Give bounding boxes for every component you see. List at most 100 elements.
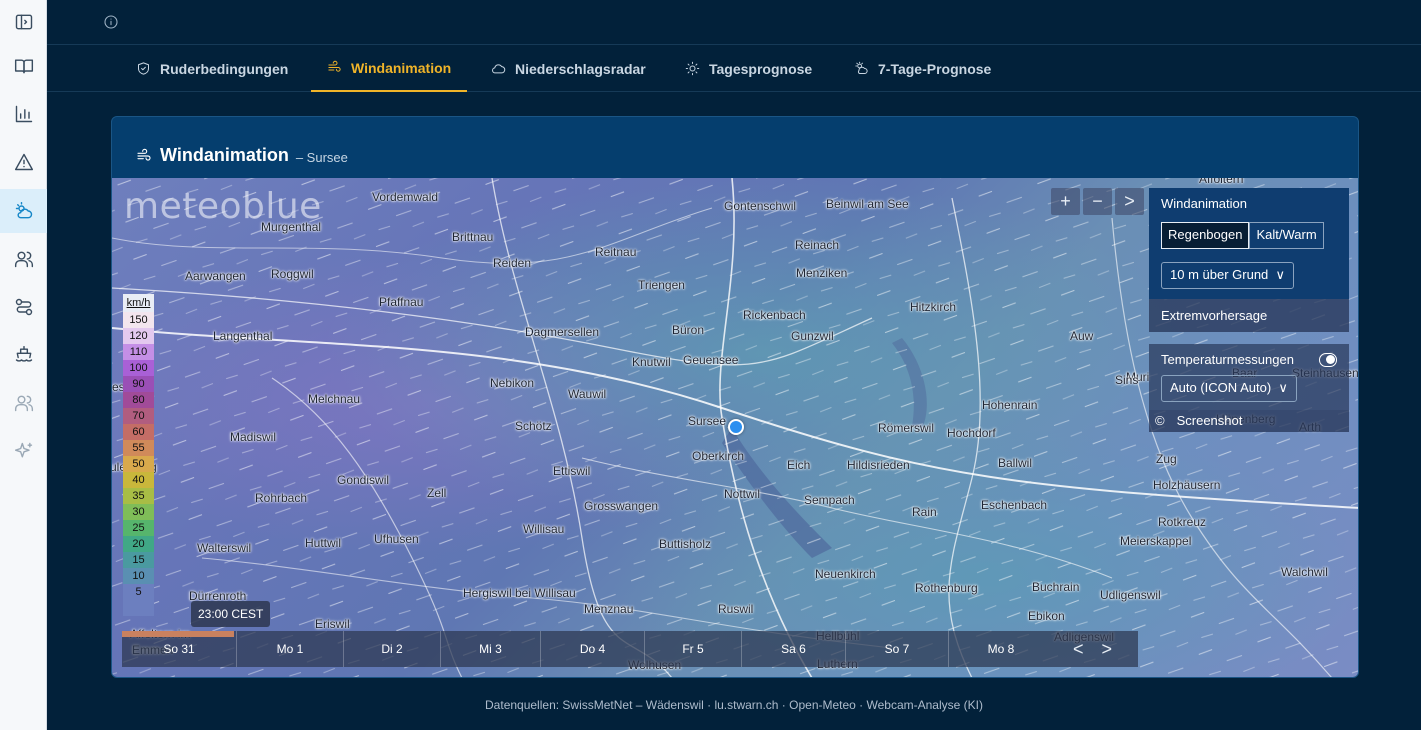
mode-rainbow-button[interactable]: Regenbogen bbox=[1161, 222, 1250, 249]
town-label: Udligenswil bbox=[1100, 588, 1161, 602]
legend-step: 90 bbox=[123, 376, 154, 392]
map-next-button[interactable]: > bbox=[1115, 188, 1144, 215]
extreme-forecast-button[interactable]: Extremvorhersage bbox=[1149, 299, 1349, 332]
sidebar-item-weather[interactable] bbox=[0, 189, 47, 233]
town-label: Willisau bbox=[523, 522, 565, 536]
tab-label: Windanimation bbox=[351, 59, 452, 76]
mode-cold-warm-button[interactable]: Kalt/Warm bbox=[1249, 222, 1324, 249]
tab-ruderbedingungen[interactable]: Ruderbedingungen bbox=[136, 45, 288, 92]
town-label: Rothenburg bbox=[915, 581, 978, 595]
screenshot-button[interactable]: Screenshot bbox=[1177, 413, 1243, 428]
town-label: Ruswil bbox=[718, 602, 754, 616]
town-label: Roggwil bbox=[271, 267, 314, 281]
time-label: 23:00 CEST bbox=[191, 601, 271, 627]
town-label: Sempach bbox=[804, 493, 855, 507]
sidebar-item-boats[interactable] bbox=[0, 333, 47, 377]
sidebar-item-docs[interactable] bbox=[0, 44, 47, 88]
timeline-day[interactable]: Do 4 bbox=[540, 631, 644, 667]
top-bar bbox=[47, 0, 1421, 45]
timeline-day[interactable]: Mi 3 bbox=[440, 631, 540, 667]
town-label: Sursee bbox=[688, 414, 727, 428]
info-icon[interactable] bbox=[103, 14, 119, 30]
copyright-icon[interactable]: © bbox=[1155, 413, 1165, 428]
town-label: Eschenbach bbox=[981, 498, 1048, 512]
route-icon bbox=[15, 298, 32, 316]
timeline-day[interactable]: Mo 8 bbox=[948, 631, 1053, 667]
timeline-prev-button[interactable]: < bbox=[1073, 639, 1084, 660]
town-label: Gunzwil bbox=[791, 329, 834, 343]
wind-icon bbox=[137, 148, 151, 161]
legend-step: 15 bbox=[123, 552, 154, 568]
temperature-section: Temperaturmessungen Auto (ICON Auto) ∨ bbox=[1149, 344, 1349, 410]
boat-icon bbox=[15, 345, 32, 362]
town-label: Buttisholz bbox=[659, 537, 712, 551]
town-label: Walterswil bbox=[197, 541, 252, 555]
town-label: Gontenschwil bbox=[724, 199, 797, 213]
sidebar-item-ai[interactable] bbox=[0, 429, 47, 473]
town-label: Grosswangen bbox=[584, 499, 659, 513]
card-subtitle: – Sursee bbox=[295, 149, 348, 165]
zoom-out-button[interactable]: − bbox=[1083, 188, 1112, 215]
temperature-toggle[interactable] bbox=[1319, 352, 1337, 367]
tab-niederschlagsradar[interactable]: Niederschlagsradar bbox=[491, 45, 646, 92]
town-label: Menznau bbox=[584, 602, 634, 616]
sidebar-item-stats[interactable] bbox=[0, 92, 47, 136]
timeline[interactable]: So 31 Mo 1 Di 2 Mi 3 Do 4 Fr 5 Sa 6 So 7 Mo 8 < … bbox=[122, 631, 1138, 667]
timeline-next-button[interactable]: > bbox=[1102, 639, 1113, 660]
wind-animation-card: Windanimation – Sursee meteoblue Vordemw… bbox=[111, 116, 1359, 678]
town-label: Hohenrain bbox=[982, 398, 1038, 412]
town-label: Rickenbach bbox=[743, 308, 806, 322]
town-label: Sins bbox=[1115, 373, 1139, 387]
tab-label: 7-Tage-Prognose bbox=[878, 60, 992, 77]
wind-map[interactable]: meteoblue Vordemwald Murgenthal Brittnau Re… bbox=[112, 178, 1358, 677]
town-label: Reiden bbox=[493, 256, 532, 270]
town-label: Huttwil bbox=[305, 536, 342, 550]
sidebar-toggle-button[interactable] bbox=[0, 0, 47, 44]
wind-speed-legend: km/h 150 120 110 100 90 80 70 60 55 50 40 35 30 25 20 1… bbox=[123, 294, 154, 616]
tab-label: Ruderbedingungen bbox=[160, 60, 289, 77]
users-icon bbox=[14, 251, 33, 268]
legend-step: 5 bbox=[123, 584, 154, 616]
town-label: Hildisrieden bbox=[847, 458, 910, 472]
sidebar-item-members[interactable] bbox=[0, 237, 47, 281]
chevron-down-icon: ∨ bbox=[1271, 267, 1286, 282]
sidebar-item-warnings[interactable] bbox=[0, 140, 47, 184]
sparkles-icon bbox=[14, 442, 32, 458]
tab-7-tage-prognose[interactable]: 7-Tage-Prognose bbox=[854, 45, 991, 92]
town-label: Langenthal bbox=[213, 329, 273, 343]
timeline-day[interactable]: Fr 5 bbox=[644, 631, 741, 667]
town-label: Madiswil bbox=[230, 430, 277, 444]
town-label: Pfaffnau bbox=[379, 295, 424, 309]
temperature-label: Temperaturmessungen bbox=[1161, 352, 1294, 367]
town-label: Oberkirch bbox=[692, 449, 745, 463]
town-label: Ebikon bbox=[1028, 609, 1065, 623]
shield-icon bbox=[138, 62, 149, 75]
color-mode-toggle: Regenbogen Kalt/Warm bbox=[1161, 222, 1337, 249]
card-header: Windanimation – Sursee bbox=[112, 117, 1358, 178]
zoom-in-button[interactable]: + bbox=[1051, 188, 1080, 215]
height-select[interactable]: 10 m über Grund ∨ bbox=[1161, 262, 1295, 289]
legend-step: 100 bbox=[123, 360, 154, 376]
sidebar bbox=[0, 0, 47, 730]
chevron-down-icon: ∨ bbox=[1274, 380, 1288, 395]
timeline-day[interactable]: Di 2 bbox=[343, 631, 440, 667]
warning-icon bbox=[14, 153, 33, 171]
town-label: Reitnau bbox=[595, 245, 637, 259]
timeline-day[interactable]: Mo 1 bbox=[236, 631, 343, 667]
users-dim-icon bbox=[14, 395, 33, 412]
timeline-day[interactable]: So 7 bbox=[845, 631, 948, 667]
timeline-nav: < > bbox=[1073, 631, 1112, 667]
town-label: Nottwil bbox=[724, 487, 761, 501]
tab-tagesprognose[interactable]: Tagesprognose bbox=[685, 45, 812, 92]
legend-step: 70 bbox=[123, 408, 154, 424]
legend-step: 120 bbox=[123, 328, 154, 344]
sidebar-item-people[interactable] bbox=[0, 381, 47, 425]
town-label: Gondiswil bbox=[337, 473, 390, 487]
sidebar-item-routes[interactable] bbox=[0, 285, 47, 329]
timeline-day[interactable]: So 31 bbox=[122, 631, 236, 667]
tab-windanimation[interactable]: Windanimation bbox=[311, 45, 468, 92]
control-title: Windanimation bbox=[1161, 196, 1247, 211]
location-marker[interactable] bbox=[728, 419, 744, 435]
model-select[interactable]: Auto (ICON Auto) ∨ bbox=[1161, 375, 1297, 402]
timeline-day[interactable]: Sa 6 bbox=[741, 631, 845, 667]
